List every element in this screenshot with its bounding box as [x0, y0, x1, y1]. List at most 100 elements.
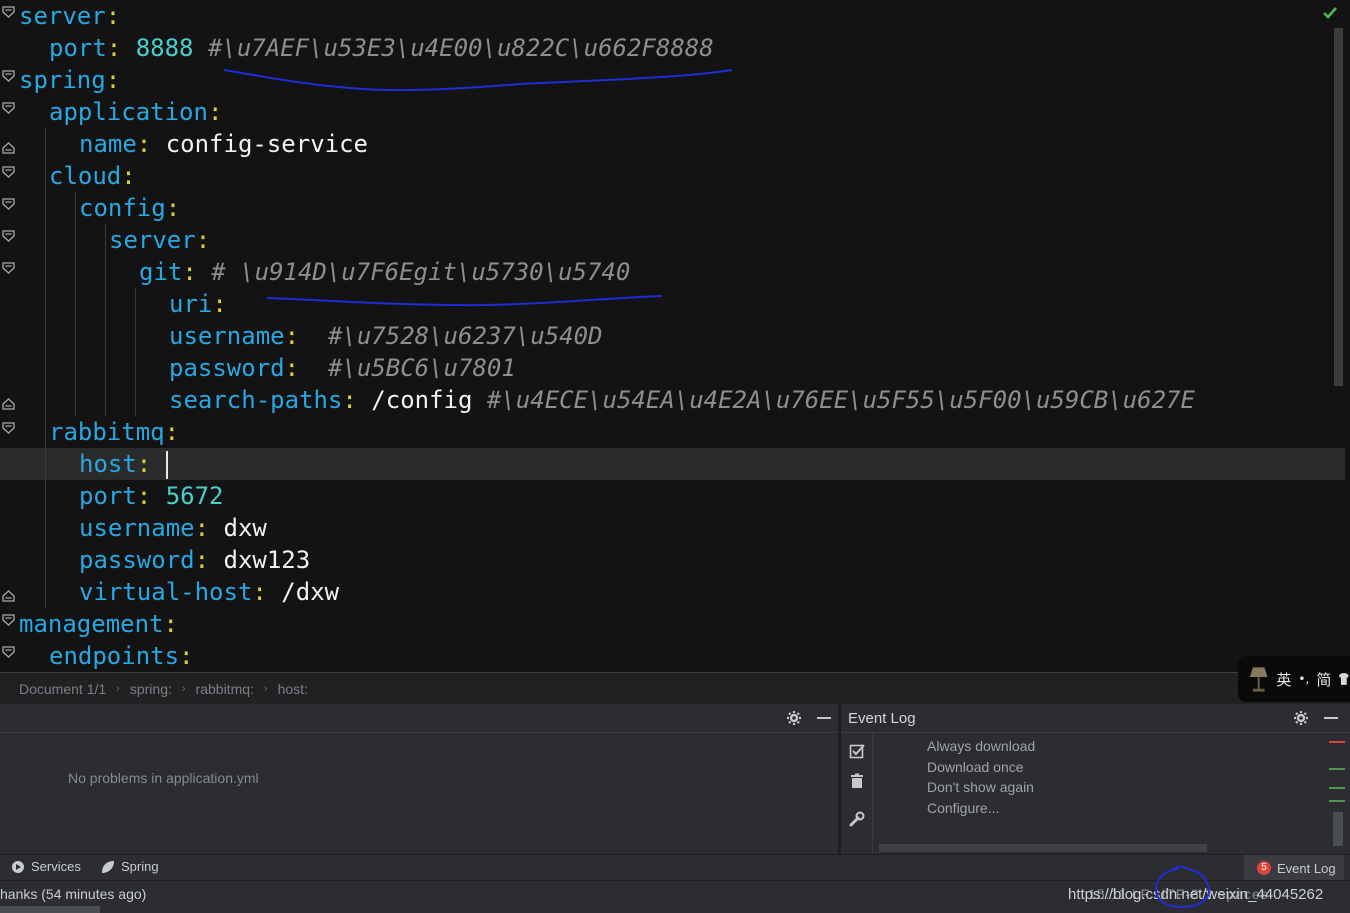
gear-icon[interactable]	[1293, 710, 1309, 726]
ime-indicator[interactable]: 英 •, 简	[1238, 656, 1350, 702]
event-log-hscrollbar[interactable]	[879, 844, 1207, 852]
code-line[interactable]: spring:	[19, 64, 120, 96]
tab-services[interactable]: Services	[11, 859, 81, 874]
breadcrumb-item[interactable]: spring:	[130, 681, 172, 697]
annotation-underline	[266, 295, 663, 307]
log-action-download-once[interactable]: Download once	[927, 759, 1024, 775]
gear-icon[interactable]	[786, 710, 802, 726]
mark-all-read-icon[interactable]	[849, 743, 865, 759]
yaml-key: password	[79, 546, 195, 574]
minimize-icon[interactable]	[1323, 710, 1339, 726]
yaml-colon: :	[165, 194, 181, 222]
yaml-comment: #\u5BC6\u7801	[313, 354, 516, 382]
log-action-dont-show-again[interactable]: Don't show again	[927, 779, 1034, 795]
error-marker	[1329, 741, 1345, 743]
code-line[interactable]: uri:	[19, 288, 227, 320]
yaml-value: dxw123	[223, 546, 311, 574]
minimize-icon[interactable]	[816, 710, 832, 726]
fold-open-icon[interactable]	[2, 230, 15, 242]
problems-empty-message: No problems in application.yml	[68, 770, 259, 786]
code-line[interactable]: host:	[0, 448, 1345, 480]
indent-guide	[105, 224, 106, 416]
status-watermark: https://blog.csdn.net/weixin_44045262	[1068, 886, 1324, 903]
editor-gutter	[0, 0, 18, 672]
code-line[interactable]: name: config-service	[19, 128, 368, 160]
code-line[interactable]: port: 8888 #\u7AEF\u53E3\u4E00\u822C\u66…	[19, 32, 714, 64]
fold-open-icon[interactable]	[2, 614, 15, 626]
yaml-key: rabbitmq	[49, 418, 165, 446]
code-line[interactable]: password: #\u5BC6\u7801	[19, 352, 516, 384]
code-line[interactable]: config:	[19, 192, 180, 224]
code-line[interactable]: username: #\u7528\u6237\u540D	[19, 320, 602, 352]
yaml-key: password	[169, 354, 285, 382]
code-line[interactable]: git: # \u914D\u7F6Egit\u5730\u5740	[19, 256, 630, 288]
code-line[interactable]: endpoints:	[19, 640, 194, 672]
log-action-configure[interactable]: Configure...	[927, 800, 999, 816]
yaml-colon: :	[194, 514, 210, 542]
tab-label: Services	[31, 859, 81, 874]
log-action-always-download[interactable]: Always download	[927, 738, 1035, 754]
code-editor[interactable]: server: port: 8888 #\u7AEF\u53E3\u4E00\u8…	[0, 0, 1350, 672]
yaml-comment: #\u4ECE\u54EA\u4E2A\u76EE\u5F55\u5F00\u5…	[486, 386, 1195, 414]
fold-end-icon[interactable]	[2, 590, 15, 602]
code-line[interactable]: password: dxw123	[19, 544, 310, 576]
event-log-header: Event Log	[841, 704, 1350, 733]
event-log-title: Event Log	[848, 710, 916, 727]
fold-open-icon[interactable]	[2, 422, 15, 434]
breadcrumb: Document 1/1 › spring: › rabbitmq: › hos…	[0, 672, 1350, 704]
code-line[interactable]: application:	[19, 96, 222, 128]
tab-spring[interactable]: Spring	[101, 859, 159, 874]
chevron-right-icon: ›	[263, 682, 268, 695]
code-line[interactable]: rabbitmq:	[19, 416, 179, 448]
fold-open-icon[interactable]	[2, 70, 15, 82]
code-line[interactable]: port: 5672	[19, 480, 224, 512]
fold-open-icon[interactable]	[2, 646, 15, 658]
info-marker	[1329, 768, 1345, 770]
yaml-key: server	[109, 226, 196, 254]
code-line[interactable]: management:	[19, 608, 178, 640]
fold-open-icon[interactable]	[2, 198, 15, 210]
editor-scrollbar[interactable]	[1334, 28, 1343, 386]
tab-label: Spring	[121, 859, 159, 874]
ime-variant: 简	[1316, 670, 1332, 689]
code-line[interactable]: server:	[19, 0, 120, 32]
fold-open-icon[interactable]	[2, 262, 15, 274]
fold-open-icon[interactable]	[2, 102, 15, 114]
code-line[interactable]: virtual-host: /dxw	[19, 576, 339, 608]
trash-icon[interactable]	[849, 773, 865, 789]
breadcrumb-item[interactable]: rabbitmq:	[196, 681, 254, 697]
fold-open-icon[interactable]	[2, 166, 15, 178]
code-line[interactable]: search-paths: /config #\u4ECE\u54EA\u4E2…	[19, 384, 1195, 416]
fold-end-icon[interactable]	[2, 398, 15, 410]
yaml-colon: :	[252, 578, 267, 606]
breadcrumb-item[interactable]: host:	[278, 681, 308, 697]
yaml-comment: #\u7528\u6237\u540D	[313, 322, 603, 350]
code-line[interactable]: cloud:	[19, 160, 136, 192]
fold-end-icon[interactable]	[2, 142, 15, 154]
breadcrumb-item[interactable]: Document 1/1	[19, 681, 106, 697]
yaml-colon: :	[121, 162, 136, 190]
wrench-icon[interactable]	[849, 811, 865, 827]
ime-separator: •,	[1298, 672, 1310, 686]
yaml-key: git	[139, 258, 183, 286]
code-line[interactable]: server:	[19, 224, 210, 256]
problems-toolbar	[0, 704, 838, 733]
tab-event-log[interactable]: 5 Event Log	[1244, 855, 1344, 881]
services-icon	[12, 860, 24, 873]
event-log-scrollbar[interactable]	[1333, 812, 1343, 846]
code-line[interactable]: username: dxw	[19, 512, 267, 544]
fold-open-icon[interactable]	[2, 6, 15, 18]
status-message[interactable]: hanks (54 minutes ago)	[0, 886, 146, 902]
ime-mode: 英	[1276, 670, 1292, 689]
yaml-value: 8888	[135, 34, 194, 62]
text-caret	[165, 451, 168, 479]
